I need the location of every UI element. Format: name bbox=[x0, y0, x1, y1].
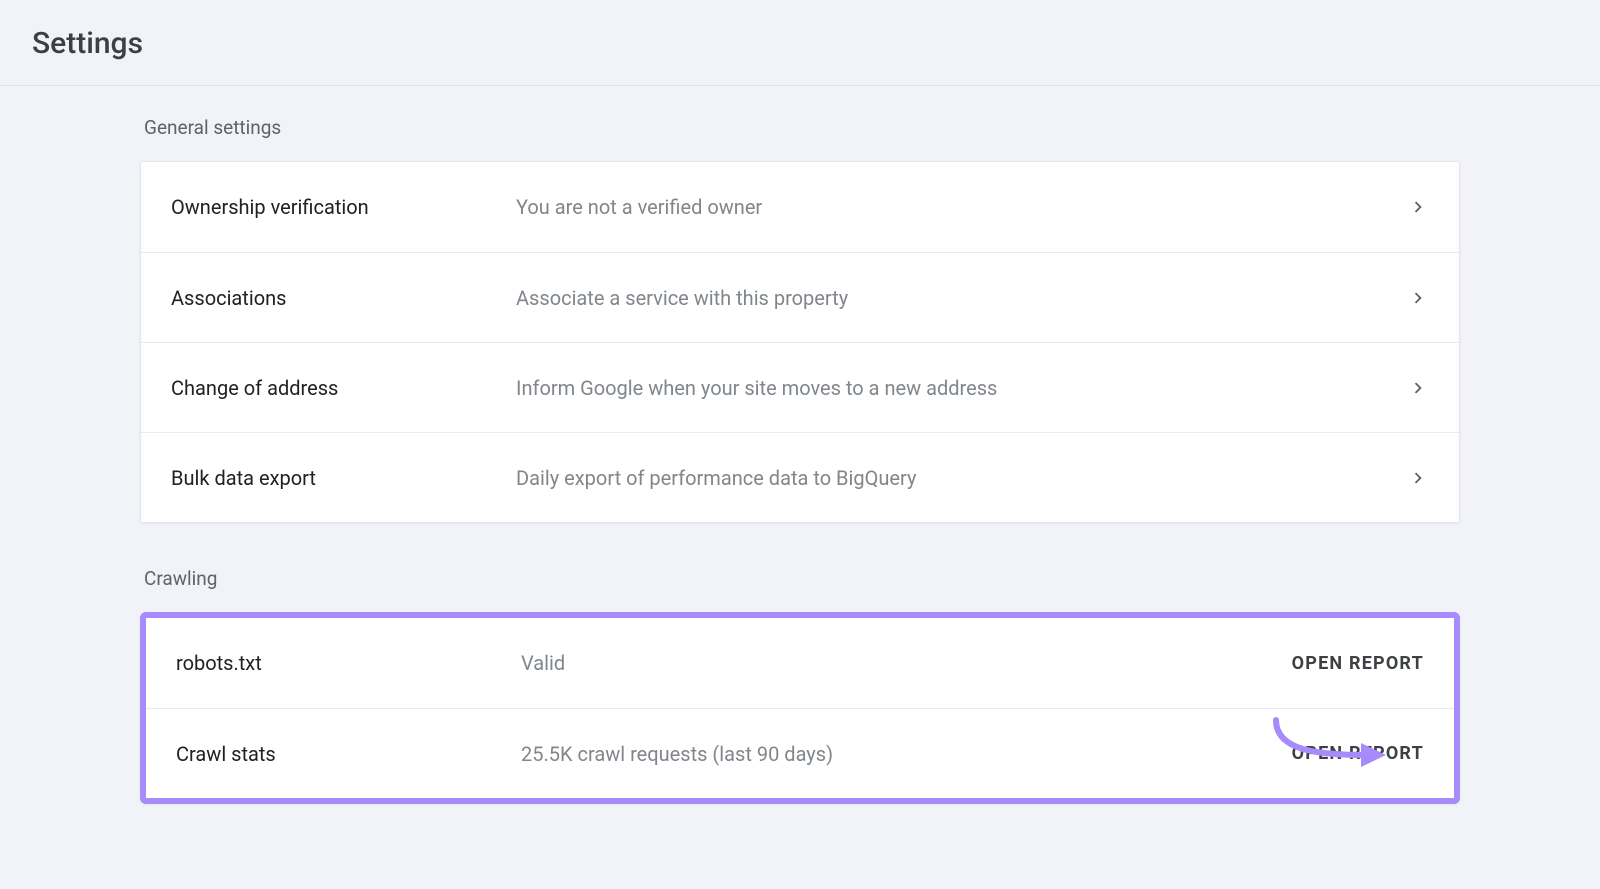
crawl-stats-row[interactable]: Crawl stats 25.5K crawl requests (last 9… bbox=[146, 708, 1454, 798]
row-label: Ownership verification bbox=[171, 195, 516, 219]
open-report-link[interactable]: OPEN REPORT bbox=[1292, 743, 1424, 764]
row-desc: Valid bbox=[521, 651, 1292, 675]
chevron-right-icon bbox=[1407, 467, 1429, 489]
row-desc: Daily export of performance data to BigQ… bbox=[516, 466, 1407, 490]
chevron-right-icon bbox=[1407, 287, 1429, 309]
row-label: Bulk data export bbox=[171, 466, 516, 490]
associations-row[interactable]: Associations Associate a service with th… bbox=[141, 252, 1459, 342]
ownership-verification-row[interactable]: Ownership verification You are not a ver… bbox=[141, 162, 1459, 252]
general-section-label: General settings bbox=[144, 116, 1460, 139]
chevron-right-icon bbox=[1407, 196, 1429, 218]
chevron-right-icon bbox=[1407, 377, 1429, 399]
row-label: Associations bbox=[171, 286, 516, 310]
change-of-address-row[interactable]: Change of address Inform Google when you… bbox=[141, 342, 1459, 432]
crawling-section-label: Crawling bbox=[144, 567, 1460, 590]
crawling-card: robots.txt Valid OPEN REPORT Crawl stats… bbox=[140, 612, 1460, 804]
open-report-link[interactable]: OPEN REPORT bbox=[1292, 653, 1424, 674]
row-label: Crawl stats bbox=[176, 742, 521, 766]
row-desc: 25.5K crawl requests (last 90 days) bbox=[521, 742, 1292, 766]
page-title: Settings bbox=[0, 0, 1600, 85]
robots-txt-row[interactable]: robots.txt Valid OPEN REPORT bbox=[146, 618, 1454, 708]
bulk-data-export-row[interactable]: Bulk data export Daily export of perform… bbox=[141, 432, 1459, 522]
row-desc: Associate a service with this property bbox=[516, 286, 1407, 310]
row-label: Change of address bbox=[171, 376, 516, 400]
row-desc: Inform Google when your site moves to a … bbox=[516, 376, 1407, 400]
general-settings-card: Ownership verification You are not a ver… bbox=[140, 161, 1460, 523]
row-label: robots.txt bbox=[176, 651, 521, 675]
row-desc: You are not a verified owner bbox=[516, 195, 1407, 219]
